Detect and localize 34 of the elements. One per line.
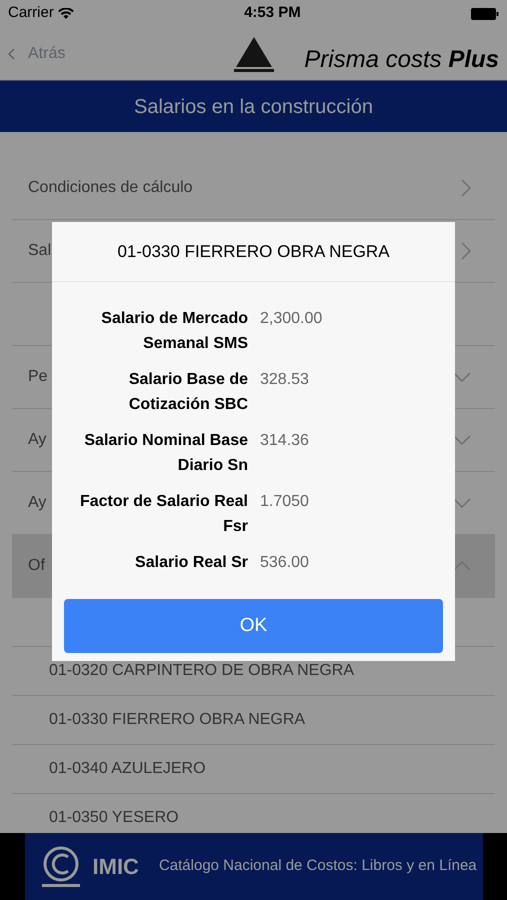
- field-value: 2,300.00: [260, 309, 322, 329]
- field-value: 314.36: [260, 431, 309, 451]
- chevron-down-icon: [453, 498, 471, 508]
- chevron-right-icon: [461, 179, 471, 197]
- wifi-icon: [58, 8, 74, 20]
- copyright-logo-icon: [40, 846, 80, 888]
- page-title: Salarios en la construcción: [134, 94, 373, 120]
- list-item[interactable]: 01-0320 CARPINTERO DE OBRA NEGRA: [49, 659, 354, 683]
- field-label: Salario Real Sr: [134, 553, 248, 573]
- dialog-title: 01-0330 FIERRERO OBRA NEGRA: [117, 240, 390, 263]
- field-label: Salario Base de Cotización SBC: [128, 370, 248, 415]
- carrier-label: Carrier: [8, 3, 54, 24]
- battery-icon: [470, 8, 499, 20]
- field-label: Salario de Mercado Semanal SMS: [100, 309, 248, 354]
- clock: 4:53 PM: [244, 3, 301, 24]
- field-label: Factor de Salario Real Fsr: [78, 492, 248, 537]
- chevron-right-icon: [461, 242, 471, 260]
- chevron-down-icon: [453, 372, 471, 382]
- field-value: 536.00: [260, 553, 309, 573]
- chevron-up-icon: [453, 561, 471, 571]
- field-label: Salario Nominal Base Diario Sn: [83, 431, 248, 476]
- footer-tagline: Catálogo Nacional de Costos: Libros y en Línea: [158, 856, 477, 876]
- list-item[interactable]: 01-0350 YESERO: [49, 806, 179, 830]
- field-value: 328.53: [260, 370, 309, 390]
- field-value: 1.7050: [260, 492, 309, 512]
- brand-title: Prisma costs Plus: [304, 45, 499, 75]
- chevron-down-icon: [453, 435, 471, 445]
- list-item[interactable]: 01-0340 AZULEJERO: [49, 757, 206, 781]
- footer-brand: IMIC: [92, 853, 139, 881]
- pyramid-logo-icon: [234, 37, 274, 73]
- ok-button[interactable]: OK: [64, 599, 443, 653]
- section-row[interactable]: Condiciones de cálculo: [12, 157, 495, 220]
- chevron-left-icon: [8, 48, 16, 60]
- list-item[interactable]: 01-0330 FIERRERO OBRA NEGRA: [49, 708, 306, 732]
